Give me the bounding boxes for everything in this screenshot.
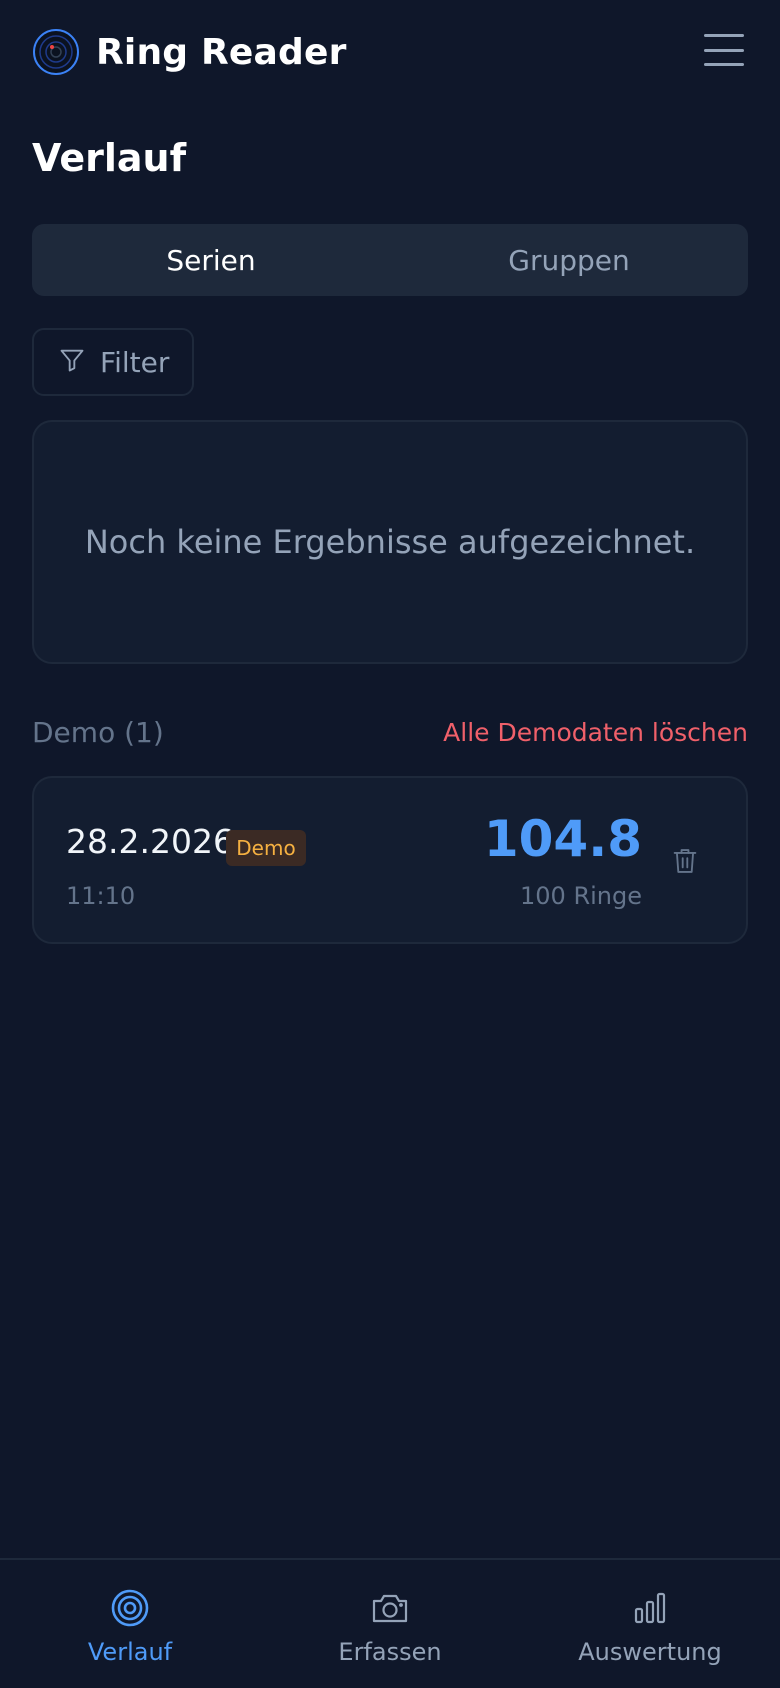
trash-icon[interactable]	[668, 844, 702, 878]
demo-badge: Demo	[226, 830, 306, 866]
result-card[interactable]: 28.2.2026 Demo 11:10 104.8 100 Ringe	[32, 776, 748, 944]
funnel-icon	[58, 346, 86, 378]
tab-serien[interactable]: Serien	[32, 224, 390, 296]
camera-icon	[370, 1588, 410, 1632]
target-icon	[110, 1588, 150, 1632]
app-header: Ring Reader	[0, 0, 780, 104]
nav-label-auswertung: Auswertung	[578, 1638, 722, 1666]
nav-erfassen[interactable]: Erfassen	[260, 1560, 520, 1688]
bottom-navigation: Verlauf Erfassen Auswertung	[0, 1558, 780, 1688]
target-logo-icon	[32, 28, 80, 76]
clear-demo-data-link[interactable]: Alle Demodaten löschen	[443, 718, 748, 747]
result-rings: 100 Ringe	[520, 882, 642, 910]
result-score: 104.8	[483, 810, 642, 868]
tab-gruppen[interactable]: Gruppen	[390, 224, 748, 296]
filter-label: Filter	[100, 345, 170, 379]
bar-chart-icon	[630, 1588, 670, 1632]
demo-section-header: Demo (1) Alle Demodaten löschen	[32, 714, 748, 750]
page-title: Verlauf	[32, 136, 187, 180]
filter-button[interactable]: Filter	[32, 328, 194, 396]
result-time: 11:10	[66, 882, 136, 910]
nav-label-verlauf: Verlauf	[87, 1638, 173, 1666]
nav-verlauf[interactable]: Verlauf	[0, 1560, 260, 1688]
view-switcher: Serien Gruppen	[32, 224, 748, 296]
result-date: 28.2.2026	[66, 822, 234, 861]
nav-auswertung[interactable]: Auswertung	[520, 1560, 780, 1688]
empty-state-text: Noch keine Ergebnisse aufgezeichnet.	[84, 523, 696, 561]
hamburger-menu-icon[interactable]	[704, 34, 744, 66]
nav-label-erfassen: Erfassen	[338, 1638, 442, 1666]
app-title: Ring Reader	[96, 31, 347, 73]
demo-section-label: Demo (1)	[32, 715, 164, 749]
empty-state-card: Noch keine Ergebnisse aufgezeichnet.	[32, 420, 748, 664]
